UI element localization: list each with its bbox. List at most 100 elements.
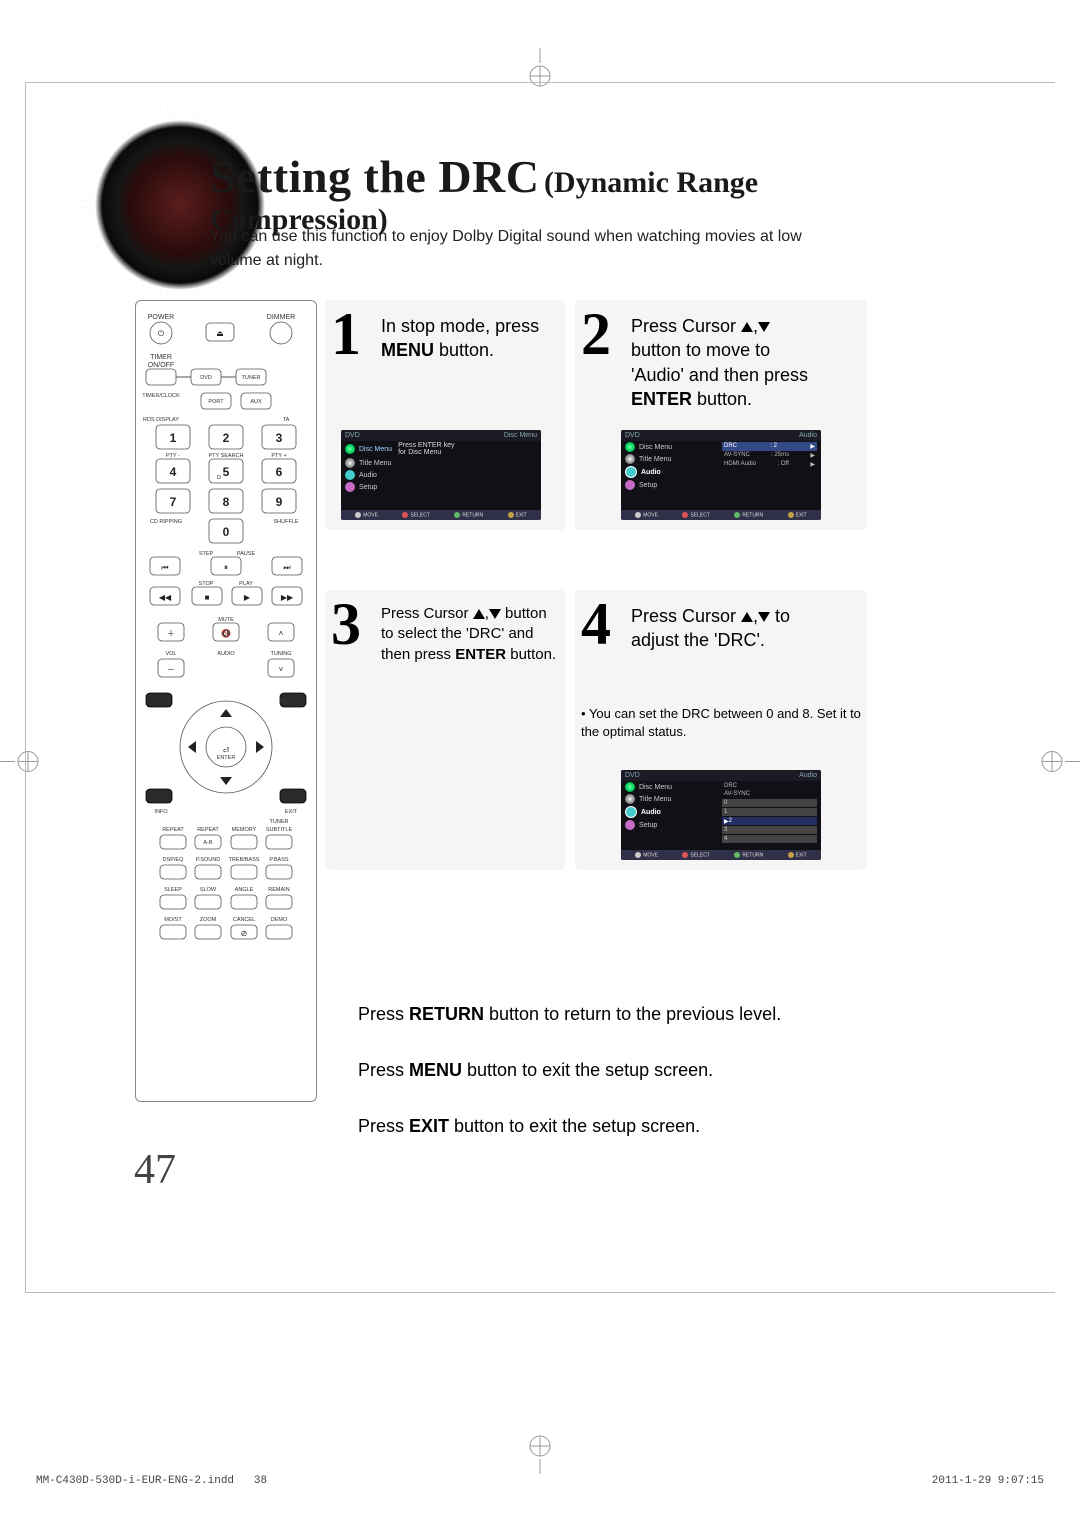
hint-exit: Press EXIT button to exit the setup scre… [358,1116,700,1137]
step-4: 4 Press Cursor , to adjust the 'DRC'. Yo… [575,590,867,870]
svg-text:8: 8 [223,495,230,509]
svg-text:REMAIN: REMAIN [268,887,289,893]
svg-text:AUX: AUX [250,399,262,405]
svg-text:⏭: ⏭ [283,563,290,572]
crop-mark-left [0,741,40,786]
svg-text:3: 3 [276,431,283,445]
svg-text:▶: ▶ [244,593,251,602]
svg-text:MO/ST: MO/ST [164,917,182,923]
svg-text:STOP: STOP [199,581,214,587]
step-3-text: Press Cursor , button to select the 'DRC… [381,604,561,665]
step-1-number: 1 [331,304,361,364]
svg-text:SLOW: SLOW [200,887,217,893]
svg-text:MUTE: MUTE [218,617,234,623]
svg-text:🔇: 🔇 [221,628,231,638]
svg-text:STEP: STEP [199,551,214,557]
svg-text:POWER: POWER [148,314,174,321]
hint-menu: Press MENU button to exit the setup scre… [358,1060,713,1081]
title-main: Setting the DRC [210,151,539,202]
svg-text:⏻: ⏻ [158,329,165,338]
svg-text:PTY +: PTY + [271,453,286,459]
svg-text:RETURN: RETURN [280,699,303,705]
svg-text:－: － [167,665,175,674]
svg-text:PORT: PORT [208,399,224,405]
osd-step1: DVDDisc Menu Disc Menu Press ENTER keyfo… [341,430,541,520]
svg-text:DVD: DVD [200,375,212,381]
svg-text:ON/OFF: ON/OFF [148,362,174,369]
svg-text:TIMER: TIMER [150,354,172,361]
svg-text:⏎: ⏎ [223,746,230,755]
svg-text:TIMER/CLOCK: TIMER/CLOCK [142,393,180,399]
svg-text:DSP/EQ: DSP/EQ [163,857,185,863]
svg-text:⊘: ⊘ [241,929,248,938]
crop-mark-right [1040,741,1080,786]
svg-text:6: 6 [276,465,283,479]
svg-text:DIMMER: DIMMER [267,314,295,321]
enter-label: ENTER [631,389,692,409]
svg-text:ZOOM: ZOOM [200,917,217,923]
arrow-down-icon [758,612,770,622]
svg-text:˄: ˄ [279,629,284,638]
trim-line-left [25,82,26,1292]
svg-text:˅: ˅ [279,665,284,674]
osd-step2: DVDAudio Disc Menu Title Menu Audio Setu… [621,430,821,520]
page-heading: Setting the DRC (Dynamic Range Compressi… [210,150,930,237]
svg-text:2: 2 [223,431,230,445]
svg-text:A-B: A-B [203,840,213,846]
step-2-number: 2 [581,304,611,364]
svg-text:7: 7 [170,495,177,509]
svg-text:P.SOUND: P.SOUND [196,857,220,863]
intro-paragraph: You can use this function to enjoy Dolby… [210,225,850,273]
svg-text:5: 5 [223,465,230,479]
step-1-pre: In stop mode, press [381,316,539,336]
step-1-text: In stop mode, press MENU button. [381,314,561,363]
svg-text:⏸: ⏸ [224,563,228,572]
svg-text:4: 4 [170,465,177,479]
step-1-post: button. [434,340,494,360]
arrow-up-icon [741,322,753,332]
svg-text:CANCEL: CANCEL [233,917,255,923]
svg-text:PTY SEARCH: PTY SEARCH [208,453,243,459]
arrow-down-icon [489,609,501,619]
page-number: 47 [134,1146,176,1194]
svg-text:1: 1 [170,431,177,445]
svg-text:PLAY: PLAY [239,581,253,587]
svg-text:SUBTITLE: SUBTITLE [266,827,293,833]
osd-step4: DVDAudio Disc Menu Title Menu Audio Setu… [621,770,821,860]
svg-text:PTY -: PTY - [166,453,180,459]
svg-text:REPEAT: REPEAT [162,827,184,833]
arrow-up-icon [473,609,485,619]
step-4-number: 4 [581,594,611,654]
svg-text:TA: TA [283,417,290,423]
crop-mark-top [520,48,560,93]
svg-text:SHUFFLE: SHUFFLE [273,519,298,525]
svg-text:■: ■ [205,593,210,602]
svg-text:RDS DISPLAY: RDS DISPLAY [143,417,179,423]
indd-filename: MM-C430D-530D-i-EUR-ENG-2.indd 38 [36,1475,267,1487]
trim-line-bottom [25,1292,1055,1293]
indd-timestamp: 2011-1-29 9:07:15 [932,1475,1044,1487]
svg-text:TREB/BASS: TREB/BASS [229,857,260,863]
svg-text:⏏: ⏏ [216,329,224,338]
svg-text:TUNER: TUNER [270,819,289,825]
svg-text:DEMO: DEMO [271,917,288,923]
svg-text:TUNING: TUNING [270,651,291,657]
step-3-number: 3 [331,594,361,654]
svg-text:CD RIPPING: CD RIPPING [150,519,182,525]
svg-text:ENTER: ENTER [217,755,236,761]
hint-return: Press RETURN button to return to the pre… [358,1004,781,1025]
drc-note: You can set the DRC between 0 and 8. Set… [581,705,861,741]
svg-text:0: 0 [223,525,230,539]
svg-text:TUNER: TUNER [242,375,261,381]
svg-text:＋: ＋ [167,629,175,638]
svg-text:▶▶: ▶▶ [281,593,294,602]
step-4-text: Press Cursor , to adjust the 'DRC'. [631,604,851,653]
svg-text:VOL: VOL [165,651,176,657]
svg-text:ANGLE: ANGLE [235,887,254,893]
svg-text:D: D [217,475,221,481]
step-2-text: Press Cursor , button to move to 'Audio'… [631,314,851,411]
arrow-up-icon [741,612,753,622]
svg-text:⏮: ⏮ [161,563,168,572]
svg-text:INFO: INFO [154,809,168,815]
svg-text:P.BASS: P.BASS [269,857,288,863]
